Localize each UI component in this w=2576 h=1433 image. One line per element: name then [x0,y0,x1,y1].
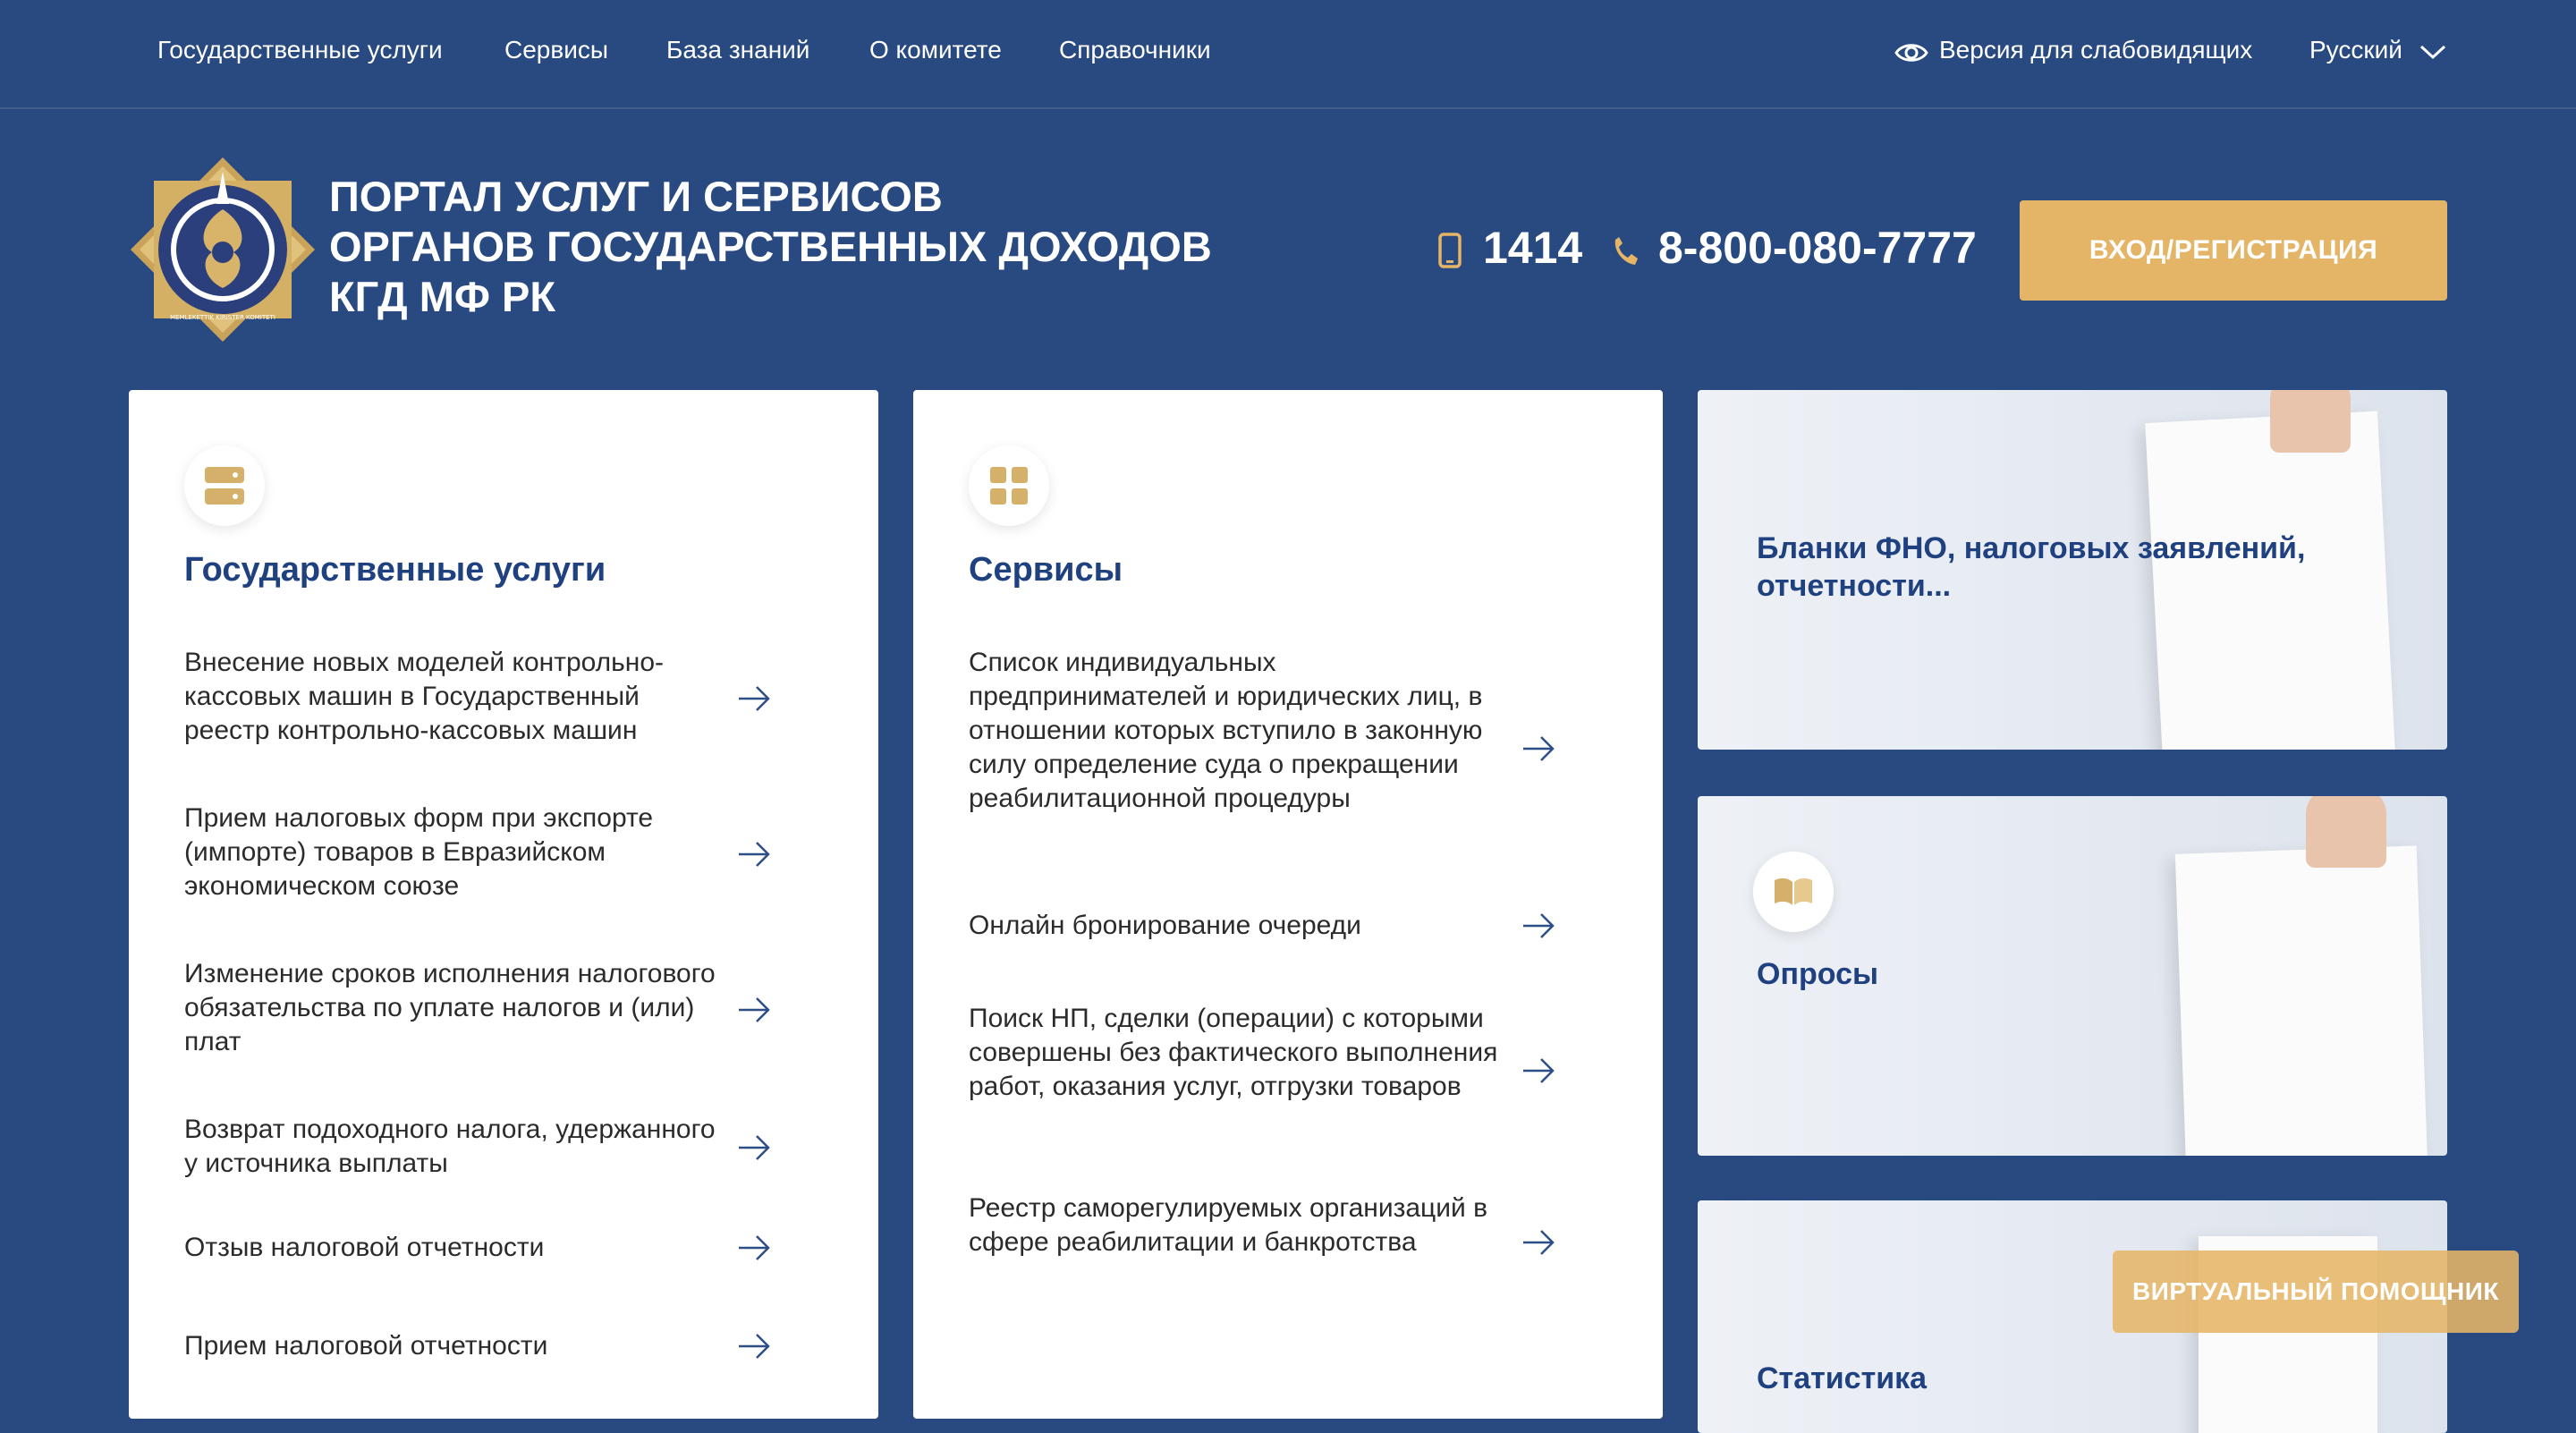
nav-item-knowledge-base[interactable]: База знаний [666,36,809,64]
mobile-phone-icon [1438,233,1462,268]
card-icon-wrapper [969,445,1049,526]
paper-image [2174,845,2428,1156]
book-icon [1775,878,1812,905]
grid-icon [990,467,1028,505]
accessibility-version-link[interactable]: Версия для слабовидящих [1939,36,2252,64]
portal-title: ПОРТАЛ УСЛУГ И СЕРВИСОВ ОРГАНОВ ГОСУДАРС… [329,172,1212,322]
gov-service-item[interactable]: Возврат подоходного налога, удержанного … [184,1113,721,1181]
gov-service-item[interactable]: Изменение сроков исполнения налогового о… [184,957,721,1059]
card-icon-wrapper [1753,852,1834,932]
phone-icon [1614,237,1638,265]
gov-service-item[interactable]: Прием налоговой отчетности [184,1329,721,1363]
nav-item-about-committee[interactable]: О комитете [869,36,1002,64]
logo[interactable]: MEMLEKETTIK KIRISTER KOMITETI [127,154,318,345]
arrow-right-icon[interactable] [737,1234,771,1261]
eye-icon[interactable] [1894,36,1928,70]
service-item[interactable]: Поиск НП, сделки (операции) с которыми с… [969,1002,1505,1104]
gov-services-card: Государственные услуги Внесение новых мо… [129,390,878,1419]
chevron-down-icon[interactable] [2419,41,2447,63]
nav-item-gov-services[interactable]: Государственные услуги [157,36,443,64]
promo-surveys[interactable]: Опросы [1698,796,2447,1156]
arrow-right-icon[interactable] [1521,912,1555,939]
arrow-right-icon[interactable] [737,685,771,712]
hand-image [2270,390,2351,453]
portal-title-line: КГД МФ РК [329,273,556,320]
arrow-right-icon[interactable] [737,1134,771,1161]
promo-forms-title: Бланки ФНО, налоговых заявлений, отчетно… [1757,531,2306,603]
arrow-right-icon[interactable] [1521,1229,1555,1256]
login-register-button[interactable]: ВХОД/РЕГИСТРАЦИЯ [2020,200,2447,301]
services-card: Сервисы Список индивидуальных предприним… [913,390,1663,1419]
gov-service-item[interactable]: Отзыв налоговой отчетности [184,1231,721,1265]
language-selector[interactable]: Русский [2309,36,2402,64]
arrow-right-icon[interactable] [737,841,771,868]
virtual-assistant-button[interactable]: ВИРТУАЛЬНЫЙ ПОМОЩНИК [2113,1251,2519,1333]
gov-services-title: Государственные услуги [184,551,606,589]
nav-item-directories[interactable]: Справочники [1059,36,1211,64]
services-title: Сервисы [969,551,1123,589]
gov-service-item[interactable]: Внесение новых моделей контрольно-кассов… [184,646,721,748]
service-item[interactable]: Список индивидуальных предпринимателей и… [969,646,1505,816]
nav-item-services[interactable]: Сервисы [504,36,608,64]
portal-title-line: ОРГАНОВ ГОСУДАРСТВЕННЫХ ДОХОДОВ [329,223,1212,270]
top-navigation: Государственные услуги Сервисы База знан… [0,0,2576,109]
promo-surveys-title: Опросы [1757,957,1879,991]
service-item[interactable]: Онлайн бронирование очереди [969,909,1505,943]
service-item[interactable]: Реестр саморегулируемых организаций в сф… [969,1191,1505,1259]
hand-image [2306,796,2386,868]
server-icon [205,467,244,505]
logo-ring-text: MEMLEKETTIK KIRISTER KOMITETI [170,314,275,321]
arrow-right-icon[interactable] [737,1333,771,1360]
gov-service-item[interactable]: Прием налоговых форм при экспорте (импор… [184,801,721,903]
arrow-right-icon[interactable] [1521,1057,1555,1084]
arrow-right-icon[interactable] [737,996,771,1023]
card-icon-wrapper [184,445,265,526]
phone-number[interactable]: 8-800-080-7777 [1658,222,1977,274]
arrow-right-icon[interactable] [1521,735,1555,762]
short-phone-number[interactable]: 1414 [1483,222,1582,274]
promo-forms[interactable]: Бланки ФНО, налоговых заявлений, отчетно… [1698,390,2447,750]
promo-statistics-title: Статистика [1757,1361,1928,1395]
portal-title-line: ПОРТАЛ УСЛУГ И СЕРВИСОВ [329,173,943,220]
